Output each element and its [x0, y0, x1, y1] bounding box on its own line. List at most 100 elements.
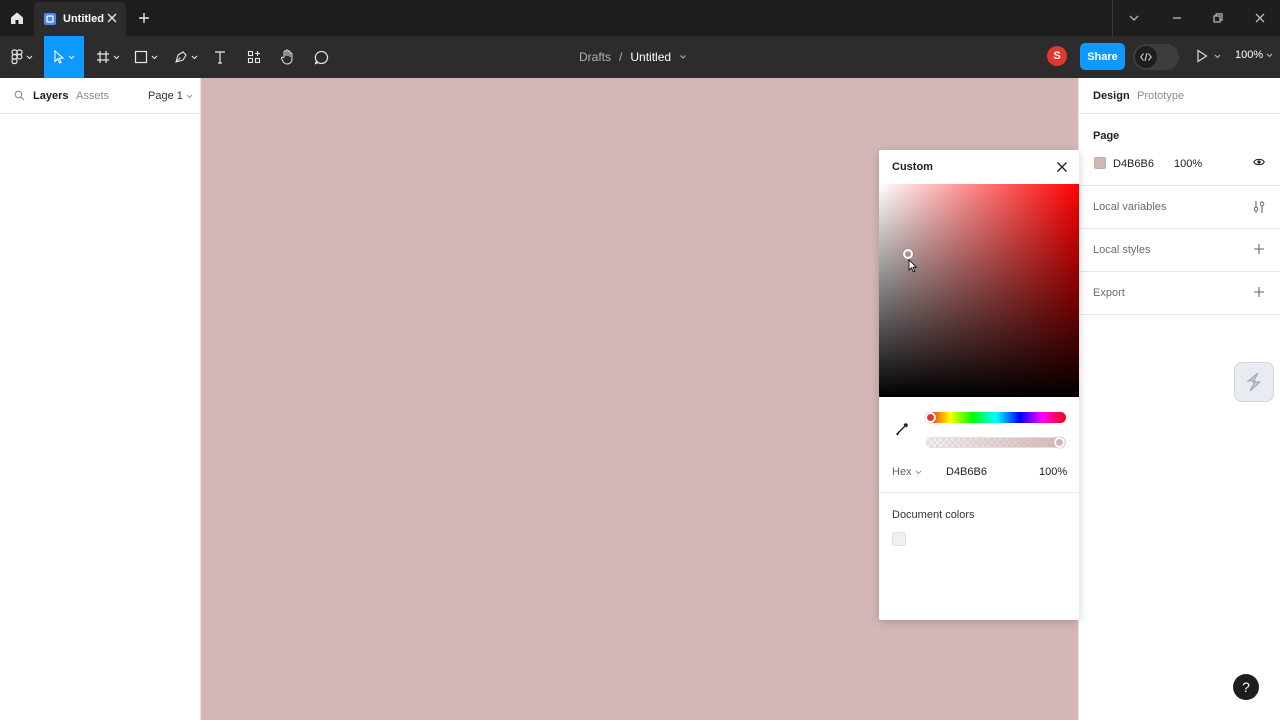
tab-design[interactable]: Design [1093, 90, 1130, 102]
file-tab-untitled[interactable]: Untitled [34, 2, 126, 36]
page-color-hex[interactable]: D4B6B6 [1113, 158, 1154, 170]
color-picker-popover: Custom Hex D4B6B6 100% Document colors [879, 150, 1079, 620]
comment-bubble-icon [314, 50, 328, 64]
rectangle-icon [134, 50, 148, 64]
pen-nib-icon [175, 51, 187, 63]
search-icon[interactable] [14, 90, 25, 101]
hex-input[interactable]: D4B6B6 [946, 466, 987, 478]
breadcrumb-separator: / [619, 50, 623, 64]
tab-layers[interactable]: Layers [33, 90, 68, 102]
export-label: Export [1093, 287, 1125, 299]
plus-icon[interactable] [1253, 286, 1265, 298]
home-button[interactable] [0, 0, 34, 36]
pen-tool-button[interactable] [170, 36, 202, 78]
color-picker-header: Custom [879, 150, 1079, 184]
file-name[interactable]: Untitled [630, 50, 671, 64]
chevron-down-icon [186, 94, 193, 98]
hand-tool-button[interactable] [276, 36, 298, 78]
file-icon [44, 13, 56, 25]
tab-assets[interactable]: Assets [76, 90, 109, 102]
opacity-input[interactable]: 100% [1039, 466, 1067, 478]
home-icon [11, 12, 23, 24]
sliders-icon[interactable] [1253, 200, 1265, 214]
breadcrumb-drafts[interactable]: Drafts [579, 50, 611, 64]
local-variables-row[interactable]: Local variables [1079, 186, 1280, 229]
zoom-level: 100% [1235, 49, 1264, 61]
new-tab-plus-icon[interactable] [136, 10, 152, 26]
plugin-widget-button[interactable] [1234, 362, 1274, 402]
dev-mode-toggle[interactable] [1133, 44, 1179, 70]
tab-prototype[interactable]: Prototype [1137, 90, 1184, 102]
color-picker-divider [879, 492, 1079, 493]
present-button[interactable] [1196, 49, 1221, 63]
shape-tool-button[interactable] [130, 36, 162, 78]
chevron-down-icon[interactable] [679, 53, 687, 61]
hue-slider-handle[interactable] [925, 412, 936, 423]
cursor-arrow-icon [54, 50, 65, 64]
layers-panel: Layers Assets Page 1 [0, 78, 201, 720]
frame-hash-icon [97, 51, 109, 63]
close-icon[interactable] [1056, 161, 1068, 173]
chevron-down-icon [191, 55, 198, 59]
saturation-value-field[interactable] [879, 184, 1079, 397]
minimize-icon[interactable] [1170, 11, 1184, 25]
eye-icon[interactable] [1253, 157, 1265, 167]
chevron-down-icon [1266, 53, 1273, 57]
page-color-swatch[interactable] [1094, 157, 1106, 169]
opacity-slider[interactable] [926, 437, 1066, 448]
restore-icon[interactable] [1211, 11, 1225, 25]
main-menu-button[interactable] [6, 36, 38, 78]
layers-panel-header: Layers Assets Page 1 [0, 78, 200, 114]
play-icon [1197, 49, 1208, 63]
tab-bar [0, 0, 1280, 36]
color-format-dropdown[interactable]: Hex [892, 466, 922, 478]
mouse-cursor-icon [908, 259, 918, 273]
document-color-swatch[interactable] [892, 532, 906, 546]
design-panel-tabs: Design Prototype [1079, 78, 1280, 114]
page-section-title: Page [1093, 130, 1120, 142]
file-tab-title: Untitled [63, 13, 104, 25]
local-variables-label: Local variables [1093, 201, 1167, 213]
udemy-watermark: udemy [1228, 698, 1270, 713]
zoom-menu[interactable]: 100% [1235, 49, 1273, 61]
opacity-slider-handle[interactable] [1054, 437, 1065, 448]
chevron-down-icon [26, 55, 33, 59]
color-format-label: Hex [892, 466, 912, 478]
color-value-row: Hex D4B6B6 100% [879, 464, 1079, 480]
chevron-down-icon [151, 55, 158, 59]
text-tool-button[interactable] [208, 36, 232, 78]
plus-icon[interactable] [1253, 243, 1265, 255]
eyedropper-icon[interactable] [895, 422, 909, 436]
text-t-icon [215, 51, 225, 64]
comment-tool-button[interactable] [310, 36, 332, 78]
close-icon[interactable] [106, 12, 118, 24]
page-color-opacity[interactable]: 100% [1174, 158, 1202, 170]
chevron-down-icon [1214, 54, 1221, 58]
plugin-s-logo-icon [1246, 372, 1262, 392]
share-button[interactable]: Share [1080, 43, 1125, 70]
local-styles-label: Local styles [1093, 244, 1151, 256]
color-field-handle[interactable] [903, 249, 913, 259]
chevron-down-icon [68, 55, 75, 59]
chevron-down-icon [915, 470, 921, 474]
code-brackets-icon [1140, 52, 1152, 62]
chevron-down-icon [113, 55, 120, 59]
figma-logo-icon [11, 49, 23, 65]
frame-tool-button[interactable] [92, 36, 124, 78]
hue-slider[interactable] [926, 412, 1066, 423]
page-selector-label: Page 1 [148, 90, 183, 102]
page-selector[interactable]: Page 1 [148, 90, 193, 102]
window-close-icon[interactable] [1253, 11, 1267, 25]
breadcrumb: Drafts / Untitled [579, 36, 687, 78]
chevron-down-icon[interactable] [1127, 11, 1141, 25]
page-section: Page D4B6B6 100% [1079, 114, 1280, 186]
export-row[interactable]: Export [1079, 272, 1280, 315]
local-styles-row[interactable]: Local styles [1079, 229, 1280, 272]
resources-button[interactable] [242, 36, 266, 78]
hand-icon [280, 49, 293, 65]
user-avatar[interactable]: S [1047, 46, 1067, 66]
document-colors-label: Document colors [892, 509, 975, 521]
window-controls-divider [1112, 0, 1113, 36]
help-button[interactable]: ? [1233, 674, 1259, 700]
move-tool-button[interactable] [44, 36, 84, 78]
